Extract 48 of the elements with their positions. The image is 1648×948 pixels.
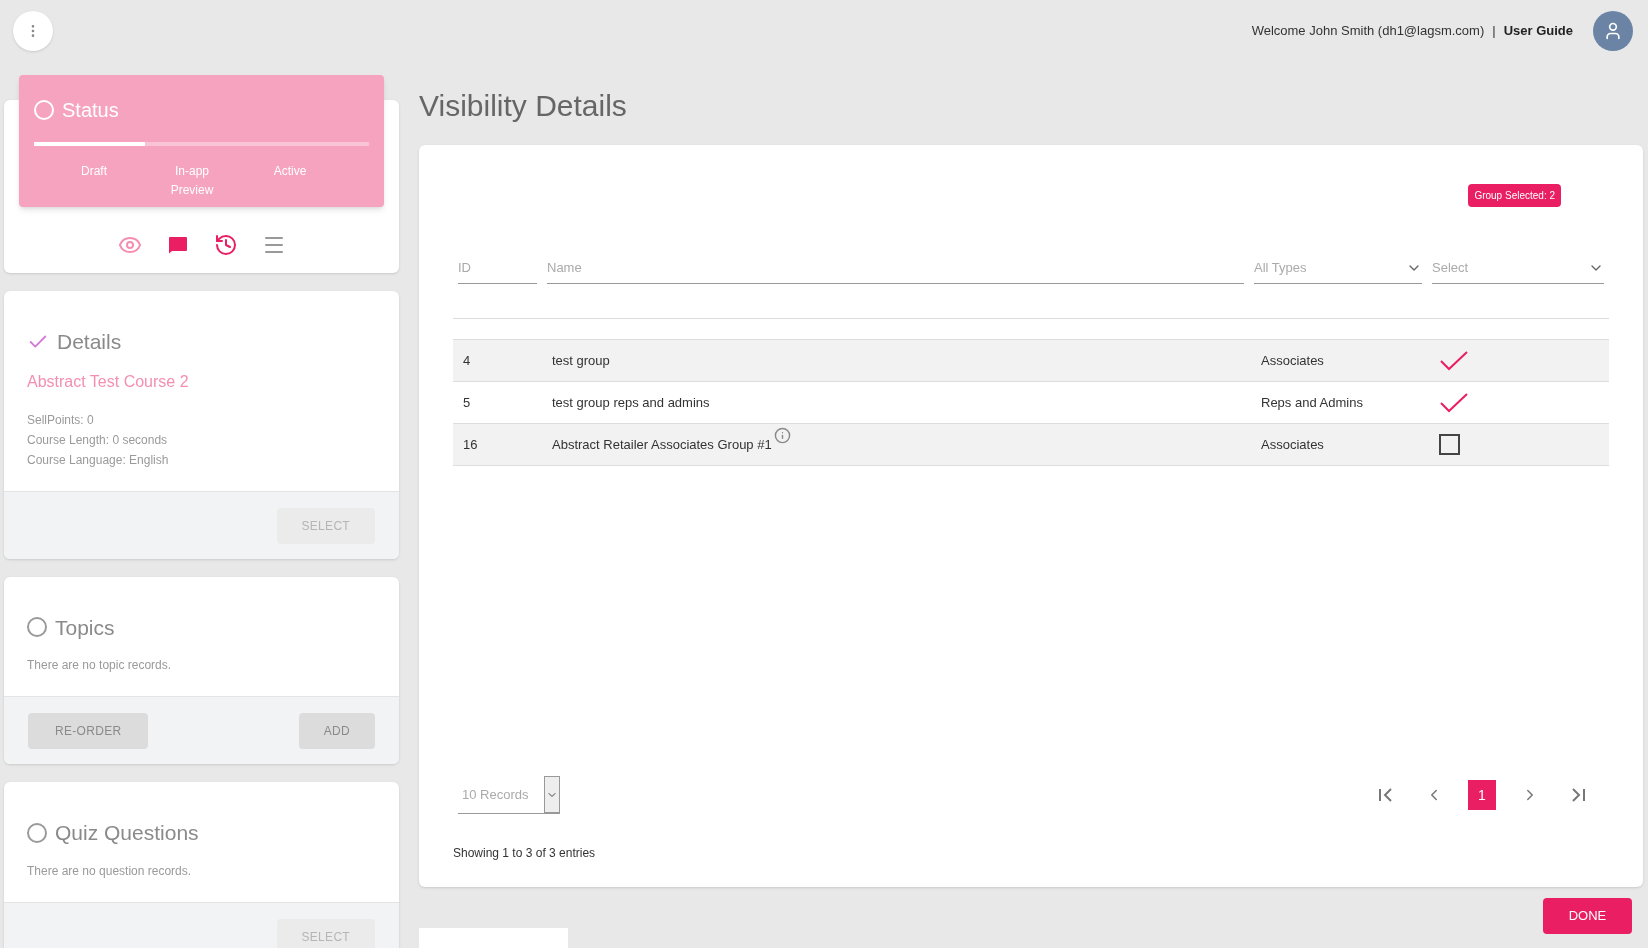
table-cell: 5 — [463, 394, 471, 410]
checkbox[interactable] — [1439, 434, 1460, 455]
table-cell: 4 — [463, 352, 471, 368]
type-dropdown[interactable]: All Types — [1254, 252, 1422, 284]
action-button[interactable]: ADD — [298, 713, 375, 749]
check-icon[interactable] — [1439, 349, 1469, 372]
avatar-button[interactable] — [1593, 11, 1633, 51]
selection-badge: Group Selected: 2 — [1468, 184, 1561, 207]
table-cell: 16 — [463, 436, 478, 452]
info-text: Course Language: English — [27, 451, 170, 469]
info-text: Course Length: 0 seconds — [27, 431, 169, 449]
records-dropdown[interactable]: 10 Records — [458, 776, 560, 814]
table-cell: Associates — [1261, 352, 1324, 368]
first-page-icon — [1378, 788, 1394, 802]
table-cell-text: test group reps and admins — [552, 393, 710, 412]
status-step: Draft — [64, 162, 124, 200]
name-field[interactable]: Name — [547, 252, 1244, 284]
section-title: Quiz Questions — [55, 820, 199, 846]
info-text: There are no topic records. — [27, 657, 173, 674]
status-step: In-app Preview — [162, 162, 222, 200]
course-title: Abstract Test Course 2 — [27, 371, 190, 392]
status-step: Active — [260, 162, 320, 200]
info-text: SellPoints: 0 — [27, 411, 95, 429]
id-field[interactable]: ID — [458, 252, 537, 284]
user-guide-link[interactable]: User Guide — [1503, 21, 1573, 41]
page-button[interactable]: 1 — [1468, 780, 1496, 810]
section-title: Topics — [55, 614, 115, 641]
last-page-icon — [1570, 788, 1586, 802]
select-dropdown[interactable]: Select — [1432, 252, 1604, 284]
info-icon[interactable] — [773, 426, 791, 444]
done-button[interactable]: DONE — [1543, 898, 1632, 934]
page-title: Visibility Details — [419, 88, 628, 124]
info-text: There are no question records. — [27, 862, 193, 880]
table-cell: Reps and Admins — [1261, 394, 1363, 410]
status-title: Status — [62, 98, 119, 123]
table-row[interactable]: 16 Abstract Retailer Associates Group #1 Associates — [453, 424, 1609, 466]
check-icon[interactable] — [1439, 391, 1469, 414]
table-row[interactable]: 4 test group Associates — [453, 340, 1609, 382]
action-button[interactable]: RE-ORDER — [28, 713, 149, 749]
table-cell: Associates — [1261, 436, 1324, 452]
history-icon[interactable] — [213, 233, 238, 257]
table-cell-text: Abstract Retailer Associates Group #1 — [552, 435, 772, 454]
separator-text: | — [1492, 22, 1496, 41]
table-cell-text: test group — [552, 351, 610, 370]
user-icon — [1603, 21, 1623, 41]
welcome-text: Welcome John Smith (dh1@lagsm.com) — [1251, 22, 1485, 41]
section-title: Details — [57, 329, 122, 355]
entries-text: Showing 1 to 3 of 3 entries — [453, 845, 597, 862]
